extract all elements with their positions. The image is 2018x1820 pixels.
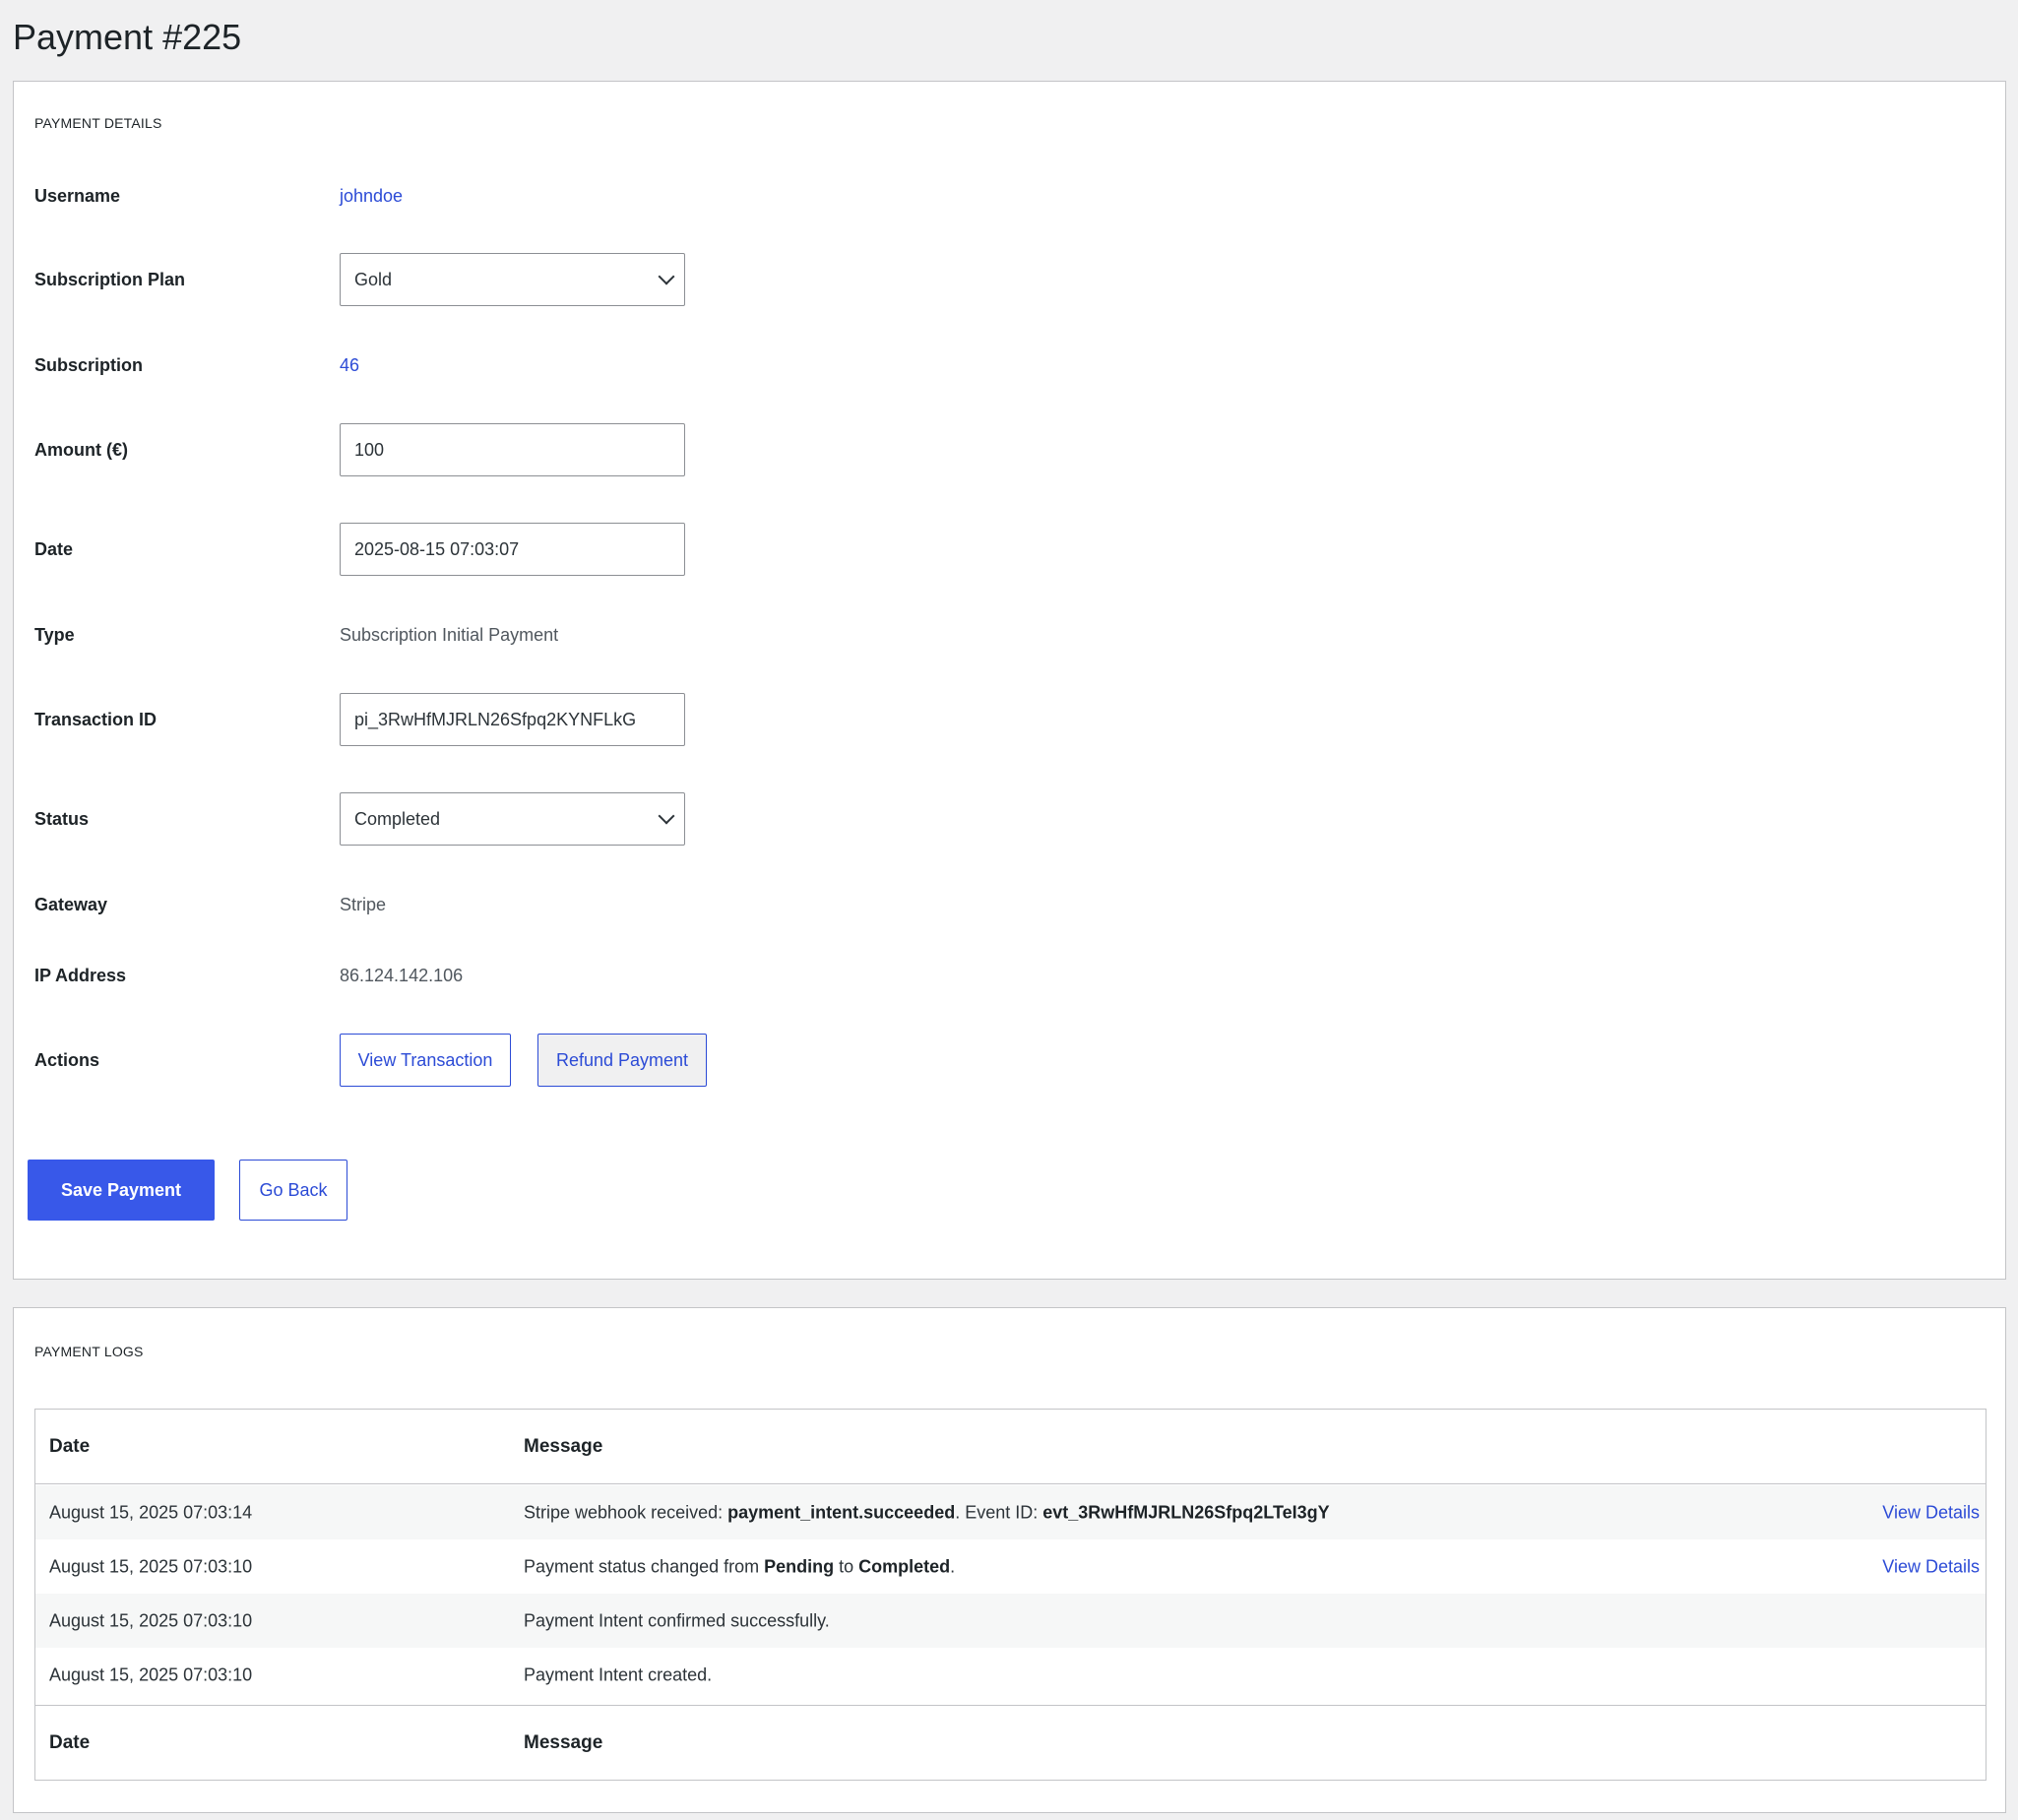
type-row: Type Subscription Initial Payment — [14, 605, 2005, 664]
log-date: August 15, 2025 07:03:10 — [49, 1664, 253, 1684]
table-row: August 15, 2025 07:03:10 Payment Intent … — [35, 1648, 1986, 1702]
column-header-date: Date — [49, 1435, 91, 1457]
status-value: Completed — [354, 808, 441, 829]
username-link[interactable]: johndoe — [340, 186, 403, 207]
chevron-down-icon — [658, 268, 675, 285]
subscription-plan-label: Subscription Plan — [34, 269, 186, 289]
gateway-row: Gateway Stripe — [14, 875, 2005, 934]
ip-address-value: 86.124.142.106 — [340, 965, 464, 985]
subscription-plan-select[interactable]: Gold — [340, 253, 685, 306]
gateway-value: Stripe — [340, 894, 387, 914]
username-label: Username — [34, 185, 121, 206]
gateway-label: Gateway — [34, 894, 108, 914]
transaction-id-input[interactable]: pi_3RwHfMJRLN26Sfpq2KYNFLkG — [340, 693, 685, 746]
date-input[interactable]: 2025-08-15 07:03:07 — [340, 523, 685, 576]
table-row: August 15, 2025 07:03:10 Payment status … — [35, 1539, 1986, 1594]
ip-address-row: IP Address 86.124.142.106 — [14, 946, 2005, 1005]
save-payment-button[interactable]: Save Payment — [28, 1160, 215, 1221]
column-header-message: Message — [524, 1435, 603, 1457]
log-date: August 15, 2025 07:03:10 — [49, 1556, 253, 1576]
refund-payment-button[interactable]: Refund Payment — [537, 1034, 707, 1087]
username-row: Username johndoe — [14, 166, 2005, 225]
view-transaction-button[interactable]: View Transaction — [340, 1034, 511, 1087]
log-date: August 15, 2025 07:03:14 — [49, 1502, 253, 1522]
date-label: Date — [34, 538, 74, 559]
view-details-link[interactable]: View Details — [1882, 1556, 1980, 1577]
amount-value: 100 — [354, 439, 385, 460]
go-back-button[interactable]: Go Back — [239, 1160, 347, 1221]
log-message: Payment status changed from Pending to C… — [524, 1556, 956, 1576]
status-select[interactable]: Completed — [340, 792, 685, 846]
log-message: Stripe webhook received: payment_intent.… — [524, 1502, 1330, 1522]
table-footer: Date Message — [35, 1705, 1986, 1780]
subscription-link[interactable]: 46 — [340, 355, 359, 376]
subscription-plan-row: Subscription Plan Gold — [14, 250, 2005, 309]
amount-label: Amount (€) — [34, 439, 128, 460]
table-row: August 15, 2025 07:03:14 Stripe webhook … — [35, 1485, 1986, 1539]
date-value: 2025-08-15 07:03:07 — [354, 538, 520, 559]
log-message: Payment Intent created. — [524, 1664, 713, 1684]
type-value: Subscription Initial Payment — [340, 624, 559, 645]
table-header: Date Message — [35, 1410, 1986, 1484]
amount-row: Amount (€) 100 — [14, 420, 2005, 479]
payment-logs-heading: PAYMENT LOGS — [34, 1344, 144, 1359]
actions-row: Actions View Transaction Refund Payment — [14, 1031, 2005, 1090]
subscription-label: Subscription — [34, 354, 144, 375]
column-footer-date: Date — [49, 1731, 91, 1753]
actions-label: Actions — [34, 1049, 100, 1070]
subscription-plan-value: Gold — [354, 269, 393, 289]
ip-address-label: IP Address — [34, 965, 127, 985]
transaction-id-value: pi_3RwHfMJRLN26Sfpq2KYNFLkG — [354, 709, 637, 729]
log-message: Payment Intent confirmed successfully. — [524, 1610, 830, 1630]
table-row: August 15, 2025 07:03:10 Payment Intent … — [35, 1594, 1986, 1648]
amount-input[interactable]: 100 — [340, 423, 685, 476]
status-label: Status — [34, 808, 90, 829]
column-footer-message: Message — [524, 1731, 603, 1753]
payment-details-panel: PAYMENT DETAILS Username johndoe Subscri… — [13, 81, 2006, 1280]
subscription-row: Subscription 46 — [14, 336, 2005, 395]
chevron-down-icon — [658, 807, 675, 825]
view-details-link[interactable]: View Details — [1882, 1502, 1980, 1523]
page-title: Payment #225 — [13, 17, 242, 57]
date-row: Date 2025-08-15 07:03:07 — [14, 520, 2005, 579]
payment-logs-table: Date Message August 15, 2025 07:03:14 St… — [34, 1409, 1986, 1781]
transaction-id-label: Transaction ID — [34, 709, 158, 729]
transaction-id-row: Transaction ID pi_3RwHfMJRLN26Sfpq2KYNFL… — [14, 690, 2005, 749]
payment-details-heading: PAYMENT DETAILS — [34, 115, 162, 131]
log-date: August 15, 2025 07:03:10 — [49, 1610, 253, 1630]
status-row: Status Completed — [14, 789, 2005, 848]
type-label: Type — [34, 624, 75, 645]
payment-logs-panel: PAYMENT LOGS Date Message August 15, 202… — [13, 1307, 2006, 1813]
